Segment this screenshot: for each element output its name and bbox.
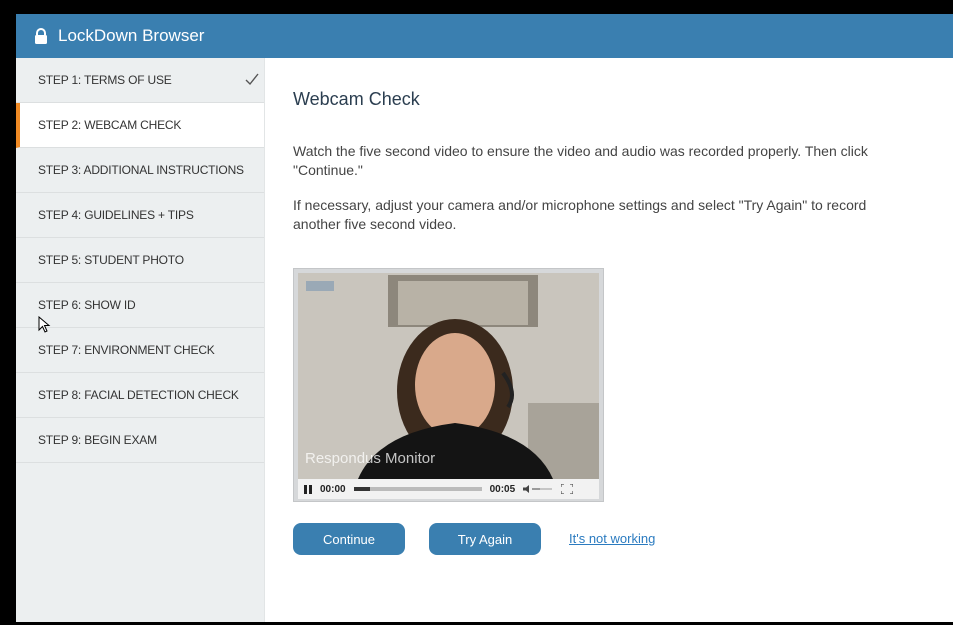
webcam-video-frame: Respondus Monitor — [298, 273, 599, 479]
volume-icon[interactable] — [523, 485, 553, 493]
step-label: STEP 9: BEGIN EXAM — [38, 433, 157, 447]
seek-bar[interactable] — [353, 487, 482, 491]
sidebar-step-begin-exam[interactable]: STEP 9: BEGIN EXAM — [16, 418, 264, 463]
sidebar-step-webcam-check[interactable]: STEP 2: WEBCAM CHECK — [16, 103, 264, 148]
video-controls: 00:00 00:05 — [298, 479, 599, 499]
step-label: STEP 5: STUDENT PHOTO — [38, 253, 184, 267]
seek-bar-progress — [353, 487, 371, 491]
steps-sidebar: STEP 1: TERMS OF USE STEP 2: WEBCAM CHEC… — [16, 58, 265, 622]
current-time: 00:00 — [320, 483, 346, 495]
pause-icon[interactable] — [304, 484, 312, 494]
video-watermark: Respondus Monitor — [305, 450, 436, 467]
sidebar-step-guidelines-tips[interactable]: STEP 4: GUIDELINES + TIPS — [16, 193, 264, 238]
fullscreen-icon[interactable] — [561, 484, 574, 494]
mouse-cursor — [38, 316, 51, 333]
step-label: STEP 7: ENVIRONMENT CHECK — [38, 343, 215, 357]
sidebar-step-show-id[interactable]: STEP 6: SHOW ID — [16, 283, 264, 328]
sidebar-step-additional-instructions[interactable]: STEP 3: ADDITIONAL INSTRUCTIONS — [16, 148, 264, 193]
title-bar: LockDown Browser — [16, 14, 953, 58]
step-label: STEP 4: GUIDELINES + TIPS — [38, 208, 194, 222]
step-label: STEP 1: TERMS OF USE — [38, 73, 172, 87]
not-working-link[interactable]: It's not working — [569, 531, 655, 546]
step-label: STEP 6: SHOW ID — [38, 298, 136, 312]
sidebar-step-terms-of-use[interactable]: STEP 1: TERMS OF USE — [16, 58, 264, 103]
main-content: Webcam Check Watch the five second video… — [293, 58, 953, 622]
instructions-paragraph: Watch the five second video to ensure th… — [293, 143, 868, 178]
try-again-button[interactable]: Try Again — [429, 523, 541, 555]
lockdown-browser-window: LockDown Browser STEP 1: TERMS OF USE ST… — [16, 14, 953, 622]
step-label: STEP 3: ADDITIONAL INSTRUCTIONS — [38, 163, 244, 177]
sidebar-step-environment-check[interactable]: STEP 7: ENVIRONMENT CHECK — [16, 328, 264, 373]
webcam-video-image — [298, 273, 599, 479]
lock-icon — [35, 28, 47, 44]
page-title: Webcam Check — [293, 89, 420, 109]
step-label: STEP 2: WEBCAM CHECK — [38, 118, 182, 132]
check-icon — [245, 73, 259, 86]
step-label: STEP 8: FACIAL DETECTION CHECK — [38, 388, 239, 402]
sidebar-step-facial-detection-check[interactable]: STEP 8: FACIAL DETECTION CHECK — [16, 373, 264, 418]
sidebar-step-student-photo[interactable]: STEP 5: STUDENT PHOTO — [16, 238, 264, 283]
continue-button[interactable]: Continue — [293, 523, 405, 555]
webcam-video-player[interactable]: Respondus Monitor 00:00 00:05 — [293, 268, 604, 502]
retry-instructions-paragraph: If necessary, adjust your camera and/or … — [293, 197, 867, 232]
duration: 00:05 — [489, 483, 516, 495]
app-title: LockDown Browser — [58, 26, 205, 45]
